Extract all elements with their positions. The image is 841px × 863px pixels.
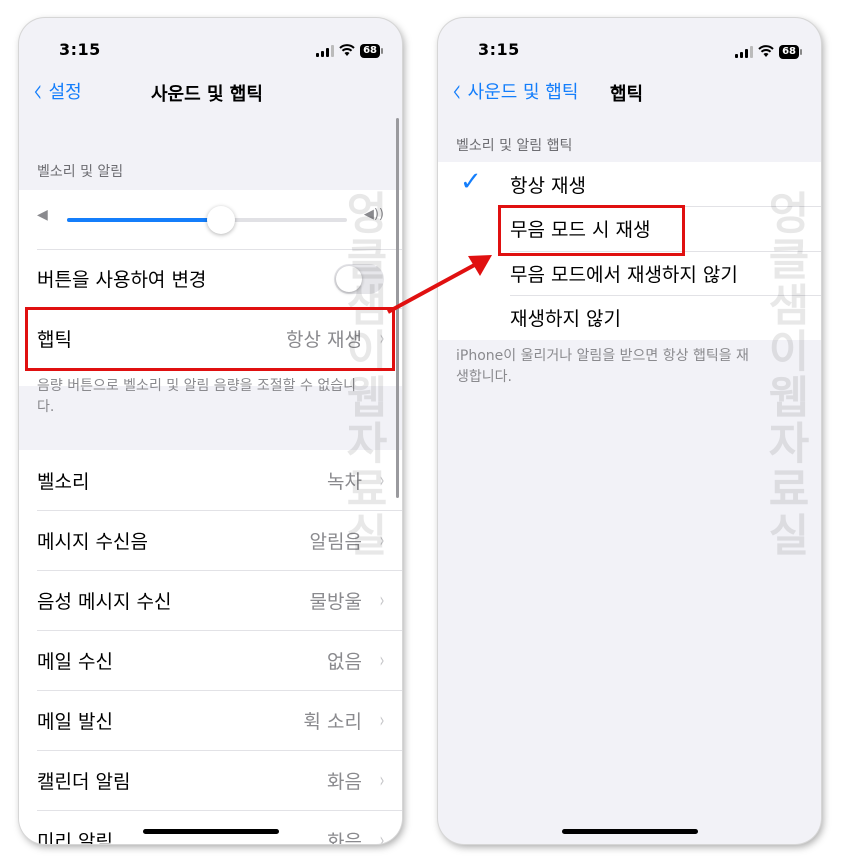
wifi-icon xyxy=(758,42,774,61)
arrow-icon xyxy=(387,255,492,314)
haptic-option-label: 항상 재생 xyxy=(510,174,586,197)
wifi-icon xyxy=(339,42,355,60)
sound-label: 메일 수신 xyxy=(37,650,113,673)
chevron-left-icon: ‹ xyxy=(452,71,462,111)
sound-row[interactable]: 메일 수신 없음 › xyxy=(37,630,402,691)
sound-row[interactable]: 음성 메시지 수신 물방울 › xyxy=(37,570,402,631)
chevron-right-icon: › xyxy=(379,768,385,792)
page-title: 햅틱 xyxy=(610,84,644,105)
home-indicator[interactable] xyxy=(142,829,279,834)
haptic-option-label: 재생하지 않기 xyxy=(510,308,621,330)
highlight-box-silent-mode xyxy=(498,205,685,256)
chevron-right-icon: › xyxy=(379,648,385,672)
haptics-footer: iPhone이 울리거나 알림을 받으면 항상 햅틱을 재생합니다. xyxy=(456,348,749,385)
sound-label: 음성 메시지 수신 xyxy=(37,590,172,613)
cellular-signal-icon xyxy=(735,45,754,58)
chevron-left-icon: ‹ xyxy=(33,71,43,111)
volume-slider-knob[interactable] xyxy=(207,206,235,234)
back-label: 사운드 및 햅틱 xyxy=(467,82,579,103)
watermark: 엉클샘이웹자료실 xyxy=(759,190,810,558)
page-title: 사운드 및 햅틱 xyxy=(151,84,263,105)
back-button[interactable]: ‹ 설정 xyxy=(31,71,82,111)
volume-slider-fill xyxy=(67,218,221,222)
nav-bar: ‹ 사운드 및 햅틱 햅틱 xyxy=(438,71,821,112)
cellular-signal-icon xyxy=(316,45,335,57)
sound-value: 휙 소리 xyxy=(303,710,362,733)
volume-slider[interactable] xyxy=(67,206,347,234)
haptic-option-label: 무음 모드에서 재생하지 않기 xyxy=(510,263,738,286)
status-bar: 3:15 68 xyxy=(19,40,402,64)
sound-row[interactable]: 미리 알림 화음 › xyxy=(37,810,402,844)
change-with-buttons-label: 버튼을 사용하여 변경 xyxy=(37,269,207,291)
sound-value: 물방울 xyxy=(309,590,362,613)
volume-low-icon: ◀ xyxy=(37,207,48,223)
checkmark-icon: ✓ xyxy=(460,167,482,197)
sound-label: 벨소리 xyxy=(37,470,90,493)
battery-icon: 68 xyxy=(360,44,383,58)
sound-label: 메일 발신 xyxy=(37,710,113,733)
battery-icon: 68 xyxy=(779,44,802,59)
section-header: 벨소리 및 알림 햅틱 xyxy=(456,138,573,154)
sound-label: 미리 알림 xyxy=(37,830,113,845)
home-indicator[interactable] xyxy=(561,829,698,834)
status-bar: 3:15 68 xyxy=(438,40,821,64)
sound-row[interactable]: 메일 발신 휙 소리 › xyxy=(37,690,402,751)
back-button[interactable]: ‹ 사운드 및 햅틱 xyxy=(450,71,579,111)
sound-value: 없음 xyxy=(327,650,362,673)
chevron-right-icon: › xyxy=(379,828,385,844)
sound-value: 화음 xyxy=(327,830,362,845)
highlight-box-haptics xyxy=(25,307,395,371)
sound-value: 화음 xyxy=(327,770,362,793)
volume-footer: 음량 버튼으로 벨소리 및 알림 음량을 조절할 수 없습니다. xyxy=(37,378,356,415)
status-time: 3:15 xyxy=(478,40,520,59)
status-time: 3:15 xyxy=(59,40,101,59)
chevron-right-icon: › xyxy=(379,708,385,732)
sound-label: 캘린더 알림 xyxy=(37,770,131,793)
section-header: 벨소리 및 알림 xyxy=(37,164,124,180)
sound-row[interactable]: 캘린더 알림 화음 › xyxy=(37,750,402,811)
nav-bar: ‹ 설정 사운드 및 햅틱 xyxy=(19,71,402,112)
sound-label: 메시지 수신음 xyxy=(37,530,148,553)
chevron-right-icon: › xyxy=(379,588,385,612)
back-label: 설정 xyxy=(48,82,82,103)
